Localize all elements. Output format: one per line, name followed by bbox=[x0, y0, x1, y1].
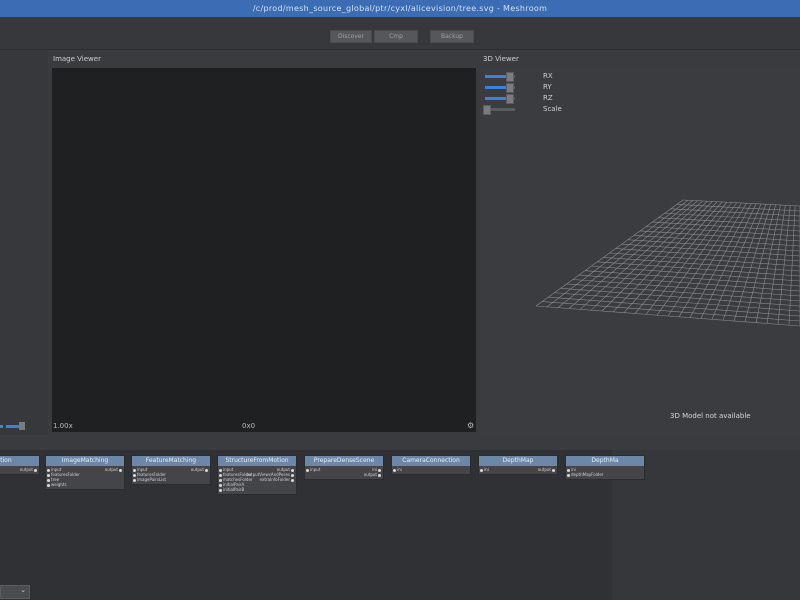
port-dot bbox=[219, 488, 222, 492]
port-label: depthMapFolder bbox=[571, 472, 604, 477]
image-viewer-footer: 1.00x 0x0 ⚙ bbox=[52, 419, 476, 433]
grid-line bbox=[601, 201, 713, 312]
node-title: PrepareDenseScene bbox=[305, 456, 383, 466]
image-viewer-title: Image Viewer bbox=[53, 55, 101, 63]
left-slider[interactable] bbox=[0, 422, 30, 430]
grid-line bbox=[744, 204, 776, 322]
slider-handle[interactable] bbox=[506, 72, 514, 82]
node-input-port[interactable]: weights bbox=[47, 482, 67, 487]
port-dot bbox=[119, 468, 122, 472]
slider-label: RY bbox=[543, 83, 552, 91]
node-title: ImageMatching bbox=[46, 456, 124, 466]
discover-button[interactable]: Discover bbox=[330, 30, 372, 43]
grid-line bbox=[755, 204, 781, 323]
graph-node-depthmap[interactable]: DepthMap ini output bbox=[478, 455, 558, 475]
port-dot bbox=[34, 468, 37, 472]
image-viewer-canvas[interactable] bbox=[52, 68, 476, 432]
port-label: output bbox=[363, 472, 377, 477]
port-label: imagePairsList bbox=[137, 477, 166, 482]
grid-line bbox=[590, 201, 708, 311]
grid-line bbox=[535, 199, 684, 307]
port-dot bbox=[378, 473, 381, 477]
port-label: initialPairB bbox=[223, 487, 245, 492]
node-title: CameraConnection bbox=[392, 456, 470, 466]
port-label: ini bbox=[397, 467, 402, 472]
slider-label: RZ bbox=[543, 94, 553, 102]
port-dot bbox=[306, 468, 309, 472]
port-dot bbox=[291, 478, 294, 482]
slider-label: RX bbox=[543, 72, 553, 80]
grid-line bbox=[546, 200, 689, 308]
graph-node-traction[interactable]: tractionoutput bbox=[0, 455, 40, 475]
node-input-port[interactable]: initialPairB bbox=[219, 487, 244, 492]
node-title: DepthMa bbox=[566, 456, 644, 466]
port-dot bbox=[480, 468, 483, 472]
slider-label: Scale bbox=[543, 105, 562, 113]
slider-handle[interactable] bbox=[506, 94, 514, 104]
grid-floor bbox=[535, 199, 800, 327]
port-label: output bbox=[104, 467, 118, 472]
port-dot bbox=[47, 483, 50, 487]
node-input-port[interactable]: depthMapFolder bbox=[567, 472, 603, 477]
slider-scale[interactable]: Scale bbox=[483, 104, 563, 115]
bottom-dropdown[interactable]: ⌄ bbox=[0, 585, 30, 599]
window-title: /c/prod/mesh_source_global/ptr/cyxl/alic… bbox=[0, 0, 800, 17]
node-output-port[interactable]: output bbox=[191, 467, 209, 472]
image-resolution: 0x0 bbox=[242, 422, 256, 430]
port-dot bbox=[552, 468, 555, 472]
node-output-port[interactable]: output bbox=[20, 467, 38, 472]
toolbar: Discover Cmp Backup bbox=[0, 17, 800, 50]
port-label: weights bbox=[51, 482, 67, 487]
graph-node-structurefrommotion[interactable]: StructureFromMotion input featuresFolder ma… bbox=[217, 455, 297, 495]
node-title: traction bbox=[0, 456, 39, 466]
port-label: extraInfoFolder bbox=[259, 477, 290, 482]
node-output-port[interactable]: output bbox=[105, 467, 123, 472]
node-input-port[interactable]: ini bbox=[393, 467, 402, 472]
port-label: input bbox=[310, 467, 321, 472]
node-output-port[interactable]: output bbox=[538, 467, 556, 472]
port-label: output bbox=[190, 467, 204, 472]
port-dot bbox=[567, 473, 570, 477]
slider-rz[interactable]: RZ bbox=[483, 93, 563, 104]
settings-icon[interactable]: ⚙ bbox=[467, 421, 474, 430]
port-dot bbox=[133, 478, 136, 482]
viewer-3d-title: 3D Viewer bbox=[483, 55, 519, 63]
slider-rx[interactable]: RX bbox=[483, 71, 563, 82]
node-title: DepthMap bbox=[479, 456, 557, 466]
node-title: StructureFromMotion bbox=[218, 456, 296, 466]
port-label: output bbox=[537, 467, 551, 472]
node-title: FeatureMatching bbox=[132, 456, 210, 466]
graph-node-depthma[interactable]: DepthMa ini depthMapFolder bbox=[565, 455, 645, 480]
grid-line bbox=[766, 205, 786, 324]
port-label: output bbox=[19, 467, 33, 472]
left-panel bbox=[0, 50, 48, 435]
graph-node-cameraconnection[interactable]: CameraConnection ini bbox=[391, 455, 471, 475]
port-dot bbox=[205, 468, 208, 472]
graph-node-imagematching[interactable]: ImageMatching input featuresFolder tree weig… bbox=[45, 455, 125, 490]
node-input-port[interactable]: imagePairsList bbox=[133, 477, 166, 482]
slider-handle[interactable] bbox=[506, 83, 514, 93]
graph-node-featurematching[interactable]: FeatureMatching input featuresFolder imageP… bbox=[131, 455, 211, 485]
slider-handle[interactable] bbox=[483, 105, 491, 115]
chevron-down-icon: ⌄ bbox=[20, 586, 26, 594]
slider-ry[interactable]: RY bbox=[483, 82, 563, 93]
node-output-port[interactable]: extraInfoFolder bbox=[260, 477, 295, 482]
zoom-level: 1.00x bbox=[53, 422, 73, 430]
port-dot bbox=[393, 468, 396, 472]
viewer-3d-canvas[interactable]: 3D Model not available bbox=[480, 66, 800, 436]
cmp-button[interactable]: Cmp bbox=[374, 30, 418, 43]
port-label: ini bbox=[484, 467, 489, 472]
graph-node-preparedensescene[interactable]: PrepareDenseScene input ini output bbox=[304, 455, 384, 480]
node-input-port[interactable]: ini bbox=[480, 467, 489, 472]
node-output-port[interactable]: output bbox=[364, 472, 382, 477]
node-input-port[interactable]: input bbox=[306, 467, 320, 472]
backup-button[interactable]: Backup bbox=[430, 30, 474, 43]
grid-line bbox=[700, 203, 757, 319]
model-status: 3D Model not available bbox=[670, 412, 751, 420]
